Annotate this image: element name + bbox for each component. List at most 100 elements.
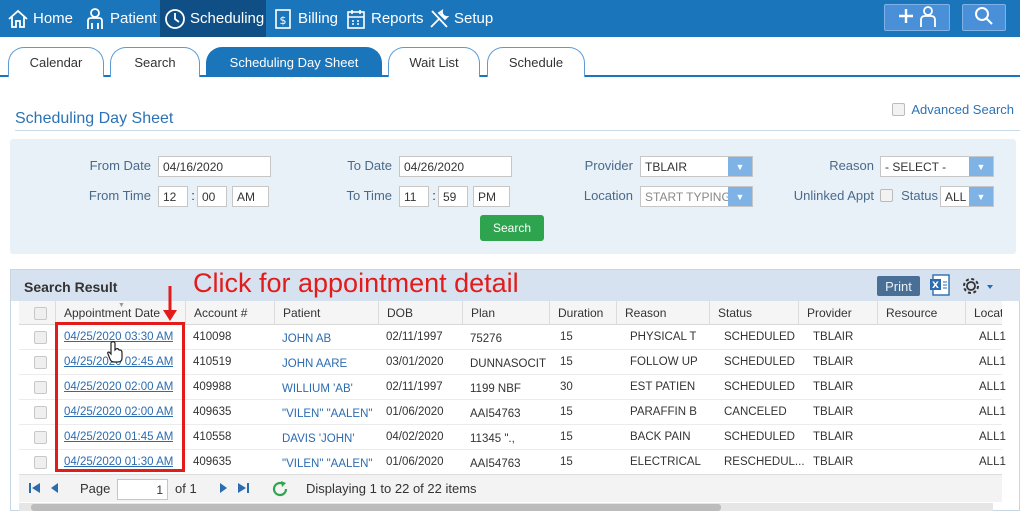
first-page-icon[interactable] (28, 481, 42, 498)
last-page-icon[interactable] (236, 481, 250, 498)
patient-link[interactable]: WILLIUM 'AB' (282, 377, 353, 402)
account-cell: 410558 (193, 431, 232, 443)
nav-patient[interactable]: Patient (83, 0, 157, 37)
provider-cell: TBLAIR (813, 431, 854, 443)
status-cell: SCHEDULED (724, 381, 795, 393)
to-hour-input[interactable]: 11 (399, 186, 429, 207)
advanced-search-toggle[interactable]: Advanced Search (892, 102, 1014, 117)
reason-cell: BACK PAIN (630, 431, 691, 443)
advanced-search-label: Advanced Search (911, 102, 1014, 117)
nav-reports[interactable]: Reports (344, 0, 424, 37)
location-cell: ALL1 (979, 381, 1006, 393)
column-header-location[interactable]: Locati (965, 301, 1002, 325)
to-date-input[interactable]: 04/26/2020 (399, 156, 512, 177)
dob-cell: 02/11/1997 (386, 381, 443, 393)
row-checkbox[interactable] (34, 381, 47, 394)
print-button[interactable]: Print (877, 276, 920, 296)
location-cell: ALL1 (979, 331, 1006, 343)
advanced-search-checkbox[interactable] (892, 103, 906, 116)
status-select[interactable]: ALL ▼ (940, 186, 994, 207)
tab-calendar[interactable]: Calendar (8, 47, 104, 77)
status-cell: SCHEDULED (724, 331, 795, 343)
add-patient-button[interactable] (884, 4, 950, 31)
billing-icon: $ (271, 7, 295, 31)
select-all-checkbox[interactable] (34, 307, 47, 320)
to-minute-input[interactable]: 59 (438, 186, 468, 207)
page-number-input[interactable]: 1 (117, 479, 168, 500)
annotation-text: Click for appointment detail (193, 268, 519, 298)
refresh-icon[interactable] (270, 479, 290, 502)
column-header-status[interactable]: Status (709, 301, 798, 325)
row-checkbox[interactable] (34, 456, 47, 469)
column-header-provider[interactable]: Provider (798, 301, 877, 325)
reason-cell: ELECTRICAL (630, 456, 701, 468)
from-time-separator: : (191, 188, 195, 203)
from-date-input[interactable]: 04/16/2020 (158, 156, 271, 177)
duration-cell: 30 (560, 381, 573, 393)
patient-link[interactable]: JOHN AARE (282, 352, 347, 377)
column-header-plan[interactable]: Plan (462, 301, 552, 325)
nav-scheduling[interactable]: Scheduling (160, 0, 266, 37)
column-header-dob[interactable]: DOB (378, 301, 462, 325)
duration-cell: 15 (560, 456, 573, 468)
nav-setup-label: Setup (454, 10, 494, 27)
row-checkbox[interactable] (34, 431, 47, 444)
column-header-duration[interactable]: Duration (549, 301, 616, 325)
patient-link[interactable]: JOHN AB (282, 327, 331, 352)
account-cell: 409635 (193, 406, 232, 418)
plan-cell: DUNNASOCIT (470, 358, 547, 370)
from-minute-input[interactable]: 00 (197, 186, 227, 207)
from-ampm-input[interactable]: AM (232, 186, 269, 207)
row-checkbox[interactable] (34, 406, 47, 419)
column-header-patient[interactable]: Patient (274, 301, 378, 325)
location-input[interactable]: START TYPING ▼ (640, 186, 753, 207)
result-title: Search Result (24, 279, 118, 295)
nav-reports-label: Reports (371, 10, 424, 27)
display-count-text: Displaying 1 to 22 of 22 items (306, 481, 477, 496)
gear-icon[interactable] (961, 276, 995, 299)
svg-text:X: X (932, 281, 939, 291)
nav-billing-label: Billing (298, 10, 339, 27)
provider-cell: TBLAIR (813, 331, 854, 343)
row-checkbox[interactable] (34, 331, 47, 344)
excel-export-icon[interactable]: X (929, 274, 951, 299)
to-ampm-input[interactable]: PM (473, 186, 510, 207)
column-header-account[interactable]: Account # (185, 301, 274, 325)
svg-text:$: $ (280, 14, 287, 27)
nav-home[interactable]: Home (6, 0, 73, 37)
nav-setup[interactable]: Setup (427, 0, 493, 37)
account-cell: 409988 (193, 381, 232, 393)
reason-select[interactable]: - SELECT - ▼ (880, 156, 994, 177)
horizontal-scrollbar[interactable] (19, 503, 993, 511)
dob-cell: 01/06/2020 (386, 406, 444, 418)
from-hour-input[interactable]: 12 (158, 186, 188, 207)
horizontal-scrollbar-thumb[interactable] (31, 504, 721, 511)
tab-wait-list[interactable]: Wait List (388, 47, 480, 77)
unlinked-appt-checkbox[interactable] (880, 189, 893, 202)
provider-cell: TBLAIR (813, 381, 854, 393)
account-cell: 410098 (193, 331, 232, 343)
column-header-resource[interactable]: Resource (877, 301, 965, 325)
chevron-down-icon: ▼ (969, 187, 993, 206)
row-checkbox[interactable] (34, 356, 47, 369)
location-label: Location (583, 188, 633, 203)
plan-cell: 1199 NBF (470, 383, 521, 395)
provider-cell: TBLAIR (813, 356, 854, 368)
search-button[interactable]: Search (480, 215, 544, 241)
tab-schedule[interactable]: Schedule (487, 47, 585, 77)
reason-value: - SELECT - (885, 160, 947, 174)
location-cell: ALL1 (979, 406, 1006, 418)
duration-cell: 15 (560, 431, 573, 443)
reason-label: Reason (829, 158, 874, 173)
nav-billing[interactable]: $ Billing (271, 0, 338, 37)
location-cell: ALL1 (979, 356, 1006, 368)
tab-search[interactable]: Search (110, 47, 200, 77)
global-search-button[interactable] (962, 4, 1006, 31)
patient-link[interactable]: "VILEN" "AALEN" (282, 402, 372, 427)
column-header-reason[interactable]: Reason (616, 301, 709, 325)
next-page-icon[interactable] (218, 481, 230, 498)
previous-page-icon[interactable] (48, 481, 60, 498)
provider-select[interactable]: TBLAIR ▼ (640, 156, 753, 177)
patient-link[interactable]: DAVIS 'JOHN' (282, 427, 355, 452)
tab-scheduling-day-sheet[interactable]: Scheduling Day Sheet (206, 47, 382, 77)
